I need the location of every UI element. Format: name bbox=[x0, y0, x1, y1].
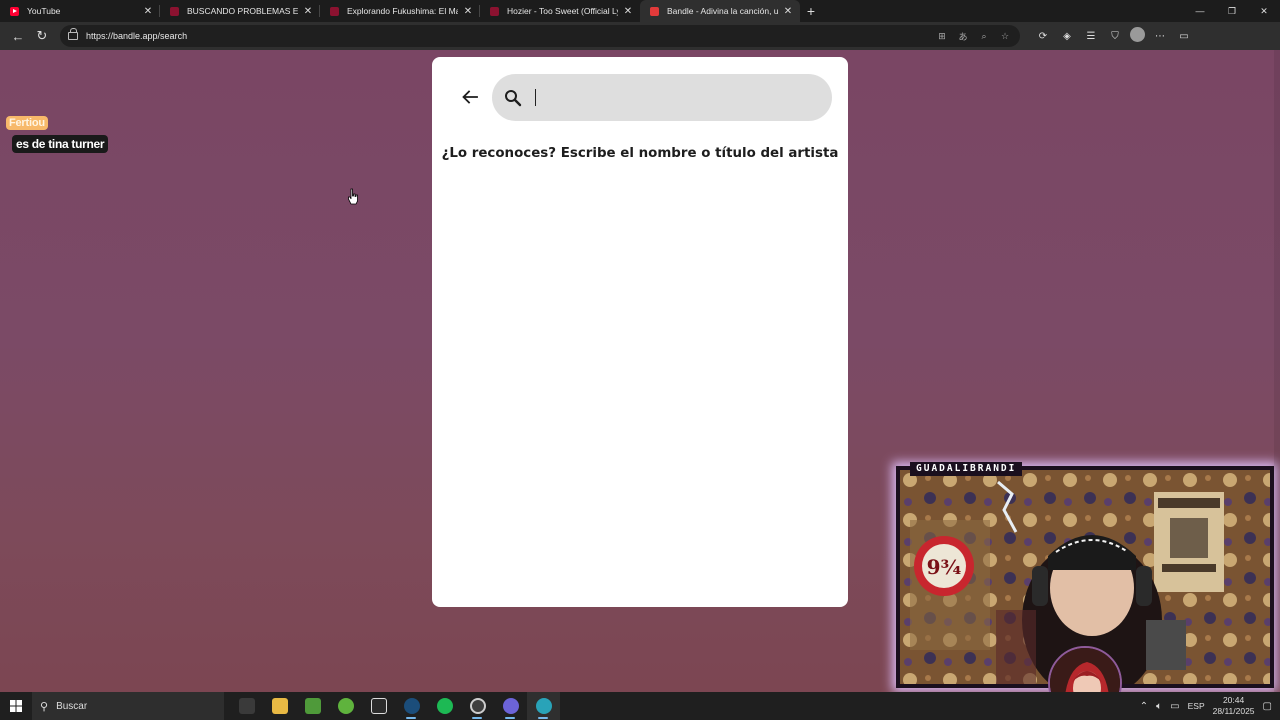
text-caret bbox=[535, 89, 536, 106]
app-available-icon[interactable]: ⊞ bbox=[935, 29, 949, 43]
close-tab-icon[interactable]: ✕ bbox=[302, 6, 314, 17]
shield-icon[interactable]: ⛉ bbox=[1106, 27, 1124, 45]
windows-taskbar: ⚲ Buscar ⌃ 🔈︎ ▭ ESP 20:44 28/11/2025 ▢ bbox=[0, 692, 1280, 720]
volume-icon[interactable]: 🔈︎ bbox=[1156, 701, 1162, 712]
copilot-icon[interactable]: ◈ bbox=[1058, 27, 1076, 45]
system-tray: ⌃ 🔈︎ ▭ ESP 20:44 28/11/2025 ▢ bbox=[1140, 695, 1280, 717]
restore-icon[interactable]: ❐ bbox=[1216, 0, 1248, 22]
chat-message: es de tina turner bbox=[12, 135, 109, 153]
tab-title: Bandle - Adivina la canción, un ins bbox=[667, 6, 778, 16]
webcam-overlay: GUADALIBRANDI 9¾ bbox=[896, 462, 1274, 692]
svg-text:9¾: 9¾ bbox=[927, 555, 962, 579]
youtube-icon bbox=[170, 6, 179, 16]
close-tab-icon[interactable]: ✕ bbox=[782, 6, 794, 17]
new-tab-button[interactable]: + bbox=[800, 0, 822, 22]
profile-avatar[interactable] bbox=[1130, 27, 1145, 42]
tab-explorando-fukushima[interactable]: Explorando Fukushima: El Mayor ✕ bbox=[320, 0, 480, 22]
taskbar-apps bbox=[230, 692, 560, 720]
lock-icon bbox=[68, 28, 78, 40]
channel-label: GUADALIBRANDI bbox=[910, 462, 1023, 476]
more-menu-icon[interactable]: ⋯ bbox=[1151, 27, 1169, 45]
language-indicator[interactable]: ESP bbox=[1188, 701, 1205, 711]
back-arrow-button[interactable] bbox=[458, 87, 482, 107]
youtube-icon bbox=[10, 6, 19, 16]
page-viewport: Fertiou es de tina turner ¿Lo reconoces?… bbox=[0, 50, 1280, 692]
arrow-left-icon bbox=[462, 90, 478, 104]
taskbar-search[interactable]: ⚲ Buscar bbox=[32, 692, 224, 720]
tab-title: BUSCANDO PROBLEMAS EN LINEA bbox=[187, 6, 298, 16]
xbox-icon[interactable] bbox=[329, 692, 362, 720]
translate-icon[interactable]: あ bbox=[956, 29, 970, 43]
artist-search-box[interactable] bbox=[492, 74, 832, 121]
bandle-icon bbox=[650, 6, 659, 16]
youtube-icon bbox=[330, 6, 339, 16]
close-tab-icon[interactable]: ✕ bbox=[142, 6, 154, 17]
close-window-icon[interactable]: ✕ bbox=[1248, 0, 1280, 22]
tab-youtube[interactable]: YouTube ✕ bbox=[0, 0, 160, 22]
sidebar-icon[interactable]: ▭ bbox=[1175, 27, 1193, 45]
extensions-icon[interactable]: ⟳ bbox=[1034, 27, 1052, 45]
chevron-up-icon[interactable]: ⌃ bbox=[1140, 701, 1148, 712]
tab-hozier[interactable]: Hozier - Too Sweet (Official Lyric V ✕ bbox=[480, 0, 640, 22]
tab-bandle[interactable]: Bandle - Adivina la canción, un ins ✕ bbox=[640, 0, 800, 22]
clock-date: 28/11/2025 bbox=[1212, 706, 1255, 716]
tab-title: Explorando Fukushima: El Mayor bbox=[347, 6, 458, 16]
page-scrollbar[interactable] bbox=[1274, 50, 1280, 692]
favorites-icon[interactable]: ☰ bbox=[1082, 27, 1100, 45]
back-icon[interactable]: ← bbox=[6, 24, 30, 48]
steam-icon[interactable] bbox=[395, 692, 428, 720]
bandle-search-card: ¿Lo reconoces? Escribe el nombre o títul… bbox=[432, 57, 848, 607]
folder-icon[interactable] bbox=[263, 692, 296, 720]
obs-icon[interactable] bbox=[461, 692, 494, 720]
url-text: https://bandle.app/search bbox=[86, 31, 188, 41]
window-controls: — ❐ ✕ bbox=[1184, 0, 1280, 22]
url-field[interactable]: https://bandle.app/search ⊞ あ ⌕ ☆ bbox=[60, 25, 1020, 47]
spotify-icon[interactable] bbox=[428, 692, 461, 720]
discord-icon[interactable] bbox=[494, 692, 527, 720]
minecraft-icon[interactable] bbox=[296, 692, 329, 720]
clock[interactable]: 20:44 28/11/2025 bbox=[1213, 695, 1255, 717]
close-tab-icon[interactable]: ✕ bbox=[462, 6, 474, 17]
minimize-icon[interactable]: — bbox=[1184, 0, 1216, 22]
notifications-icon[interactable]: ▢ bbox=[1263, 701, 1272, 712]
tab-buscando-problemas[interactable]: BUSCANDO PROBLEMAS EN LINEA ✕ bbox=[160, 0, 320, 22]
close-tab-icon[interactable]: ✕ bbox=[622, 6, 634, 17]
network-icon[interactable]: ▭ bbox=[1170, 701, 1179, 712]
artist-search-input[interactable] bbox=[534, 85, 814, 110]
search-icon bbox=[505, 89, 522, 106]
start-button[interactable] bbox=[0, 692, 32, 720]
chat-username: Fertiou bbox=[6, 116, 48, 130]
favorite-star-icon[interactable]: ☆ bbox=[998, 29, 1012, 43]
edge-icon[interactable] bbox=[527, 692, 560, 720]
tab-title: YouTube bbox=[27, 6, 61, 16]
tab-title: Hozier - Too Sweet (Official Lyric V bbox=[507, 6, 618, 16]
epic-games-icon[interactable] bbox=[362, 692, 395, 720]
files-icon[interactable] bbox=[230, 692, 263, 720]
zoom-icon[interactable]: ⌕ bbox=[977, 29, 991, 43]
search-icon: ⚲ bbox=[40, 700, 49, 713]
youtube-icon bbox=[490, 6, 499, 16]
windows-logo-icon bbox=[10, 700, 22, 712]
clock-time: 20:44 bbox=[1222, 695, 1245, 705]
refresh-icon[interactable]: ↻ bbox=[30, 24, 54, 48]
address-bar-row: ← ↻ https://bandle.app/search ⊞ あ ⌕ ☆ ⟳ … bbox=[0, 22, 1280, 50]
taskbar-search-label: Buscar bbox=[56, 700, 88, 712]
browser-tab-strip: YouTube ✕ BUSCANDO PROBLEMAS EN LINEA ✕ … bbox=[0, 0, 1280, 22]
search-prompt: ¿Lo reconoces? Escribe el nombre o títul… bbox=[441, 146, 839, 161]
hand-cursor-icon bbox=[348, 188, 358, 205]
